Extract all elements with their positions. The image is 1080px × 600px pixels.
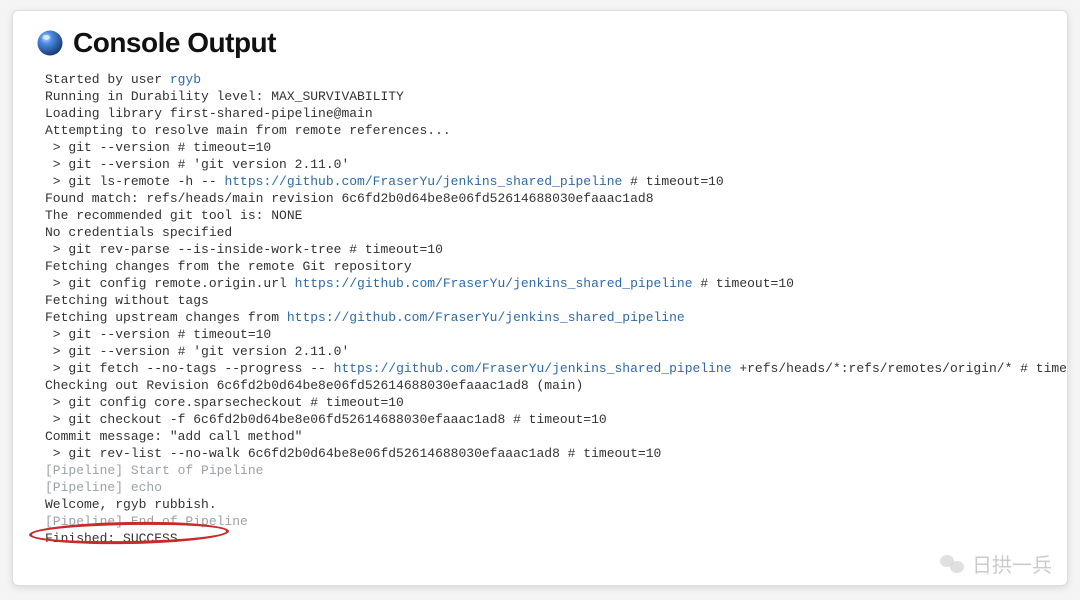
log-line: > git ls-remote -h -- [45,174,224,189]
log-line: No credentials specified [45,225,232,240]
log-line: Commit message: "add call method" [45,429,302,444]
pipeline-step: [Pipeline] Start of Pipeline [45,463,263,478]
log-line: > git config remote.origin.url [45,276,295,291]
log-line: > git --version # 'git version 2.11.0' [45,344,349,359]
log-line: > git fetch --no-tags --progress -- [45,361,334,376]
welcome-line: Welcome, rgyb rubbish. [45,497,217,512]
log-line-finished: Finished: SUCCESS [45,531,178,546]
log-line: Fetching changes from the remote Git rep… [45,259,412,274]
log-line: > git rev-parse --is-inside-work-tree # … [45,242,443,257]
log-line: Found match: refs/heads/main revision 6c… [45,191,654,206]
log-line: Running in Durability level: MAX_SURVIVA… [45,89,404,104]
log-line: > git checkout -f 6c6fd2b0d64be8e06fd526… [45,412,607,427]
repo-link[interactable]: https://github.com/FraserYu/jenkins_shar… [287,310,685,325]
blue-ball-icon [35,28,65,58]
repo-link[interactable]: https://github.com/FraserYu/jenkins_shar… [224,174,622,189]
log-line: Fetching without tags [45,293,209,308]
log-line: > git --version # 'git version 2.11.0' [45,157,349,172]
pipeline-step: [Pipeline] echo [45,480,162,495]
console-output-panel: Console Output Started by user rgyb Runn… [12,10,1068,586]
repo-link[interactable]: https://github.com/FraserYu/jenkins_shar… [295,276,693,291]
log-line: > git --version # timeout=10 [45,327,271,342]
user-link[interactable]: rgyb [170,72,201,87]
log-line: Fetching upstream changes from [45,310,287,325]
log-line: Checking out Revision 6c6fd2b0d64be8e06f… [45,378,583,393]
page-title: Console Output [73,27,276,59]
log-line: > git --version # timeout=10 [45,140,271,155]
page-heading: Console Output [35,27,1045,59]
log-line: # timeout=10 [622,174,723,189]
log-line: Started by user [45,72,170,87]
console-log: Started by user rgyb Running in Durabili… [35,65,1045,547]
log-line: # timeout=10 [693,276,794,291]
log-line: The recommended git tool is: NONE [45,208,302,223]
pipeline-step: [Pipeline] End of Pipeline [45,514,248,529]
log-line: Attempting to resolve main from remote r… [45,123,451,138]
log-line: +refs/heads/*:refs/remotes/origin/* # ti… [732,361,1068,376]
log-line: > git config core.sparsecheckout # timeo… [45,395,404,410]
log-line: Loading library first-shared-pipeline@ma… [45,106,373,121]
repo-link[interactable]: https://github.com/FraserYu/jenkins_shar… [334,361,732,376]
log-line: > git rev-list --no-walk 6c6fd2b0d64be8e… [45,446,661,461]
